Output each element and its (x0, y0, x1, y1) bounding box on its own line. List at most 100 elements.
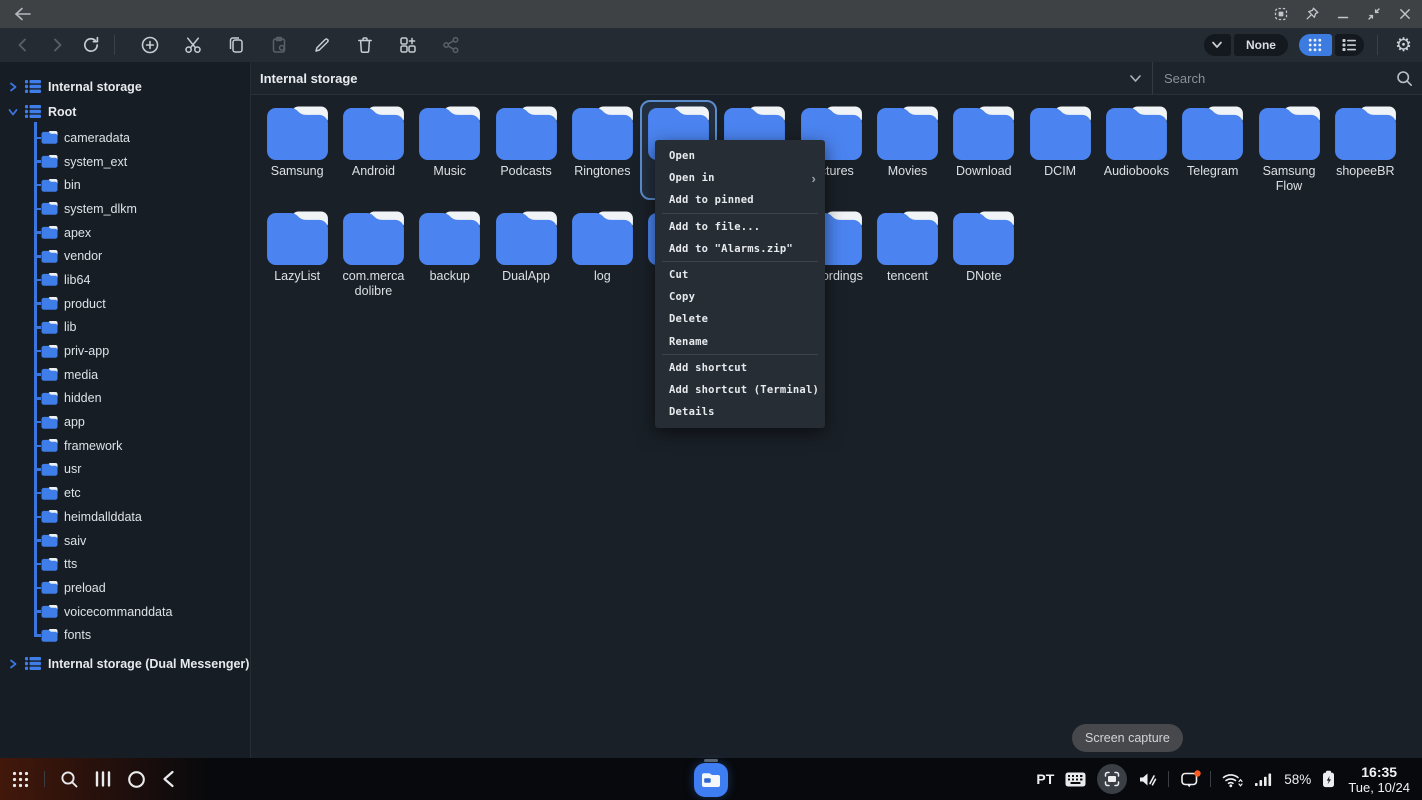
sidebar-folder[interactable]: vendor (0, 244, 250, 268)
folder-tile[interactable]: shopeeBR (1327, 100, 1403, 200)
nav-back-icon[interactable] (8, 30, 38, 60)
sidebar-folder[interactable]: app (0, 410, 250, 434)
window-back-icon[interactable] (12, 3, 34, 25)
sidebar-folder[interactable]: preload (0, 576, 250, 600)
folder-tile[interactable]: DCIM (1022, 100, 1098, 200)
context-menu-item[interactable]: Copy › (655, 286, 825, 308)
wifi-icon[interactable] (1222, 771, 1243, 788)
close-icon[interactable] (1394, 3, 1416, 25)
screen-capture-icon[interactable] (1097, 764, 1127, 794)
folder-tile[interactable]: log (564, 205, 640, 305)
search-icon[interactable] (1396, 70, 1413, 87)
sidebar-folder[interactable]: apex (0, 221, 250, 245)
sidebar-item-internal-storage[interactable]: Internal storage (0, 74, 250, 99)
list-view-icon[interactable] (1335, 34, 1364, 56)
context-menu-item[interactable]: Add to file... › (655, 216, 825, 238)
context-menu-item[interactable]: Add shortcut › (655, 357, 825, 379)
recents-icon[interactable] (94, 770, 112, 788)
folder-tile[interactable]: Movies (869, 100, 945, 200)
back-icon[interactable] (161, 770, 176, 788)
paste-icon[interactable] (264, 30, 294, 60)
mute-icon[interactable] (1138, 771, 1157, 788)
breadcrumb[interactable]: Internal storage (260, 71, 1129, 86)
selection-dropdown[interactable] (1204, 34, 1231, 56)
sidebar-folder[interactable]: voicecommanddata (0, 600, 250, 624)
sidebar-folder[interactable]: bin (0, 173, 250, 197)
sidebar-item-root[interactable]: Root (0, 99, 250, 124)
new-window-icon[interactable] (393, 30, 423, 60)
battery-icon[interactable] (1322, 770, 1335, 788)
pin-icon[interactable] (1301, 3, 1323, 25)
breadcrumb-dropdown-icon[interactable] (1129, 74, 1142, 83)
folder-tile[interactable]: com.mercadolibre (335, 205, 411, 305)
folder-label: DCIM (1044, 164, 1076, 179)
folder-tile[interactable]: Music (412, 100, 488, 200)
folder-tile[interactable]: backup (412, 205, 488, 305)
sidebar-folder[interactable]: system_dlkm (0, 197, 250, 221)
sidebar-folder[interactable]: lib (0, 316, 250, 340)
search-input[interactable] (1153, 71, 1396, 86)
sidebar-folder[interactable]: system_ext (0, 150, 250, 174)
sidebar-folder[interactable]: priv-app (0, 339, 250, 363)
popup-view-icon[interactable] (1270, 3, 1292, 25)
settings-gear-icon[interactable]: ⚙ (1395, 36, 1412, 55)
taskbar-app-file-manager[interactable] (694, 758, 728, 800)
folder-tile[interactable]: Ringtones (564, 100, 640, 200)
home-icon[interactable] (127, 770, 146, 789)
sidebar-folder[interactable]: fonts (0, 623, 250, 647)
grid-view-icon[interactable] (1299, 34, 1332, 56)
context-menu-item[interactable]: Open › (655, 145, 825, 167)
sidebar-folder[interactable]: framework (0, 434, 250, 458)
folder-tile[interactable]: Download (946, 100, 1022, 200)
file-manager-app-icon[interactable] (694, 763, 728, 797)
context-menu-item[interactable]: Add shortcut (Terminal) › (655, 379, 825, 401)
context-menu-item[interactable]: Delete › (655, 308, 825, 330)
folder-tile[interactable]: tencent (869, 205, 945, 305)
context-menu-item[interactable]: Add to pinned › (655, 189, 825, 211)
language-indicator[interactable]: PT (1036, 771, 1054, 787)
cut-icon[interactable] (178, 30, 208, 60)
exit-fullscreen-icon[interactable] (1363, 3, 1385, 25)
sort-none-button[interactable]: None (1234, 34, 1288, 56)
notifications-icon[interactable] (1180, 770, 1199, 789)
sidebar-folder[interactable]: tts (0, 552, 250, 576)
refresh-icon[interactable] (76, 30, 106, 60)
taskbar-search-icon[interactable] (60, 770, 79, 789)
context-menu-item[interactable]: Open in › (655, 167, 825, 189)
cellular-signal-icon[interactable] (1254, 771, 1273, 787)
share-icon[interactable] (436, 30, 466, 60)
keyboard-icon[interactable] (1065, 772, 1086, 787)
minimize-icon[interactable] (1332, 3, 1354, 25)
sidebar-folder[interactable]: usr (0, 458, 250, 482)
rename-icon[interactable] (307, 30, 337, 60)
copy-icon[interactable] (221, 30, 251, 60)
folder-tile[interactable]: Telegram (1175, 100, 1251, 200)
clock[interactable]: 16:35 Tue, 10/24 (1348, 764, 1410, 795)
context-menu-item-label: Copy (669, 291, 695, 303)
folder-tile[interactable]: DNote (946, 205, 1022, 305)
sidebar-folder[interactable]: heimdallddata (0, 505, 250, 529)
context-menu-item[interactable]: Add to "Alarms.zip" › (655, 238, 825, 260)
folder-tile[interactable]: Samsung Flow (1251, 100, 1327, 200)
sidebar-folder[interactable]: product (0, 292, 250, 316)
sidebar-folder[interactable]: cameradata (0, 126, 250, 150)
context-menu-item[interactable]: Details › (655, 401, 825, 423)
folder-tile[interactable]: Podcasts (488, 100, 564, 200)
folder-tile[interactable]: DualApp (488, 205, 564, 305)
sidebar-folder[interactable]: hidden (0, 387, 250, 411)
sidebar-folder[interactable]: lib64 (0, 268, 250, 292)
sidebar-folder[interactable]: saiv (0, 529, 250, 553)
sidebar-folder[interactable]: media (0, 363, 250, 387)
sidebar-item-dual-messenger[interactable]: Internal storage (Dual Messenger) (0, 651, 250, 676)
folder-tile[interactable]: LazyList (259, 205, 335, 305)
create-new-icon[interactable] (135, 30, 165, 60)
folder-tile[interactable]: Samsung (259, 100, 335, 200)
apps-grid-icon[interactable] (12, 771, 29, 788)
folder-tile[interactable]: Audiobooks (1098, 100, 1174, 200)
context-menu-item[interactable]: Rename › (655, 331, 825, 353)
delete-icon[interactable] (350, 30, 380, 60)
folder-tile[interactable]: Android (335, 100, 411, 200)
context-menu-item[interactable]: Cut › (655, 264, 825, 286)
sidebar-folder[interactable]: etc (0, 481, 250, 505)
nav-forward-icon[interactable] (42, 30, 72, 60)
